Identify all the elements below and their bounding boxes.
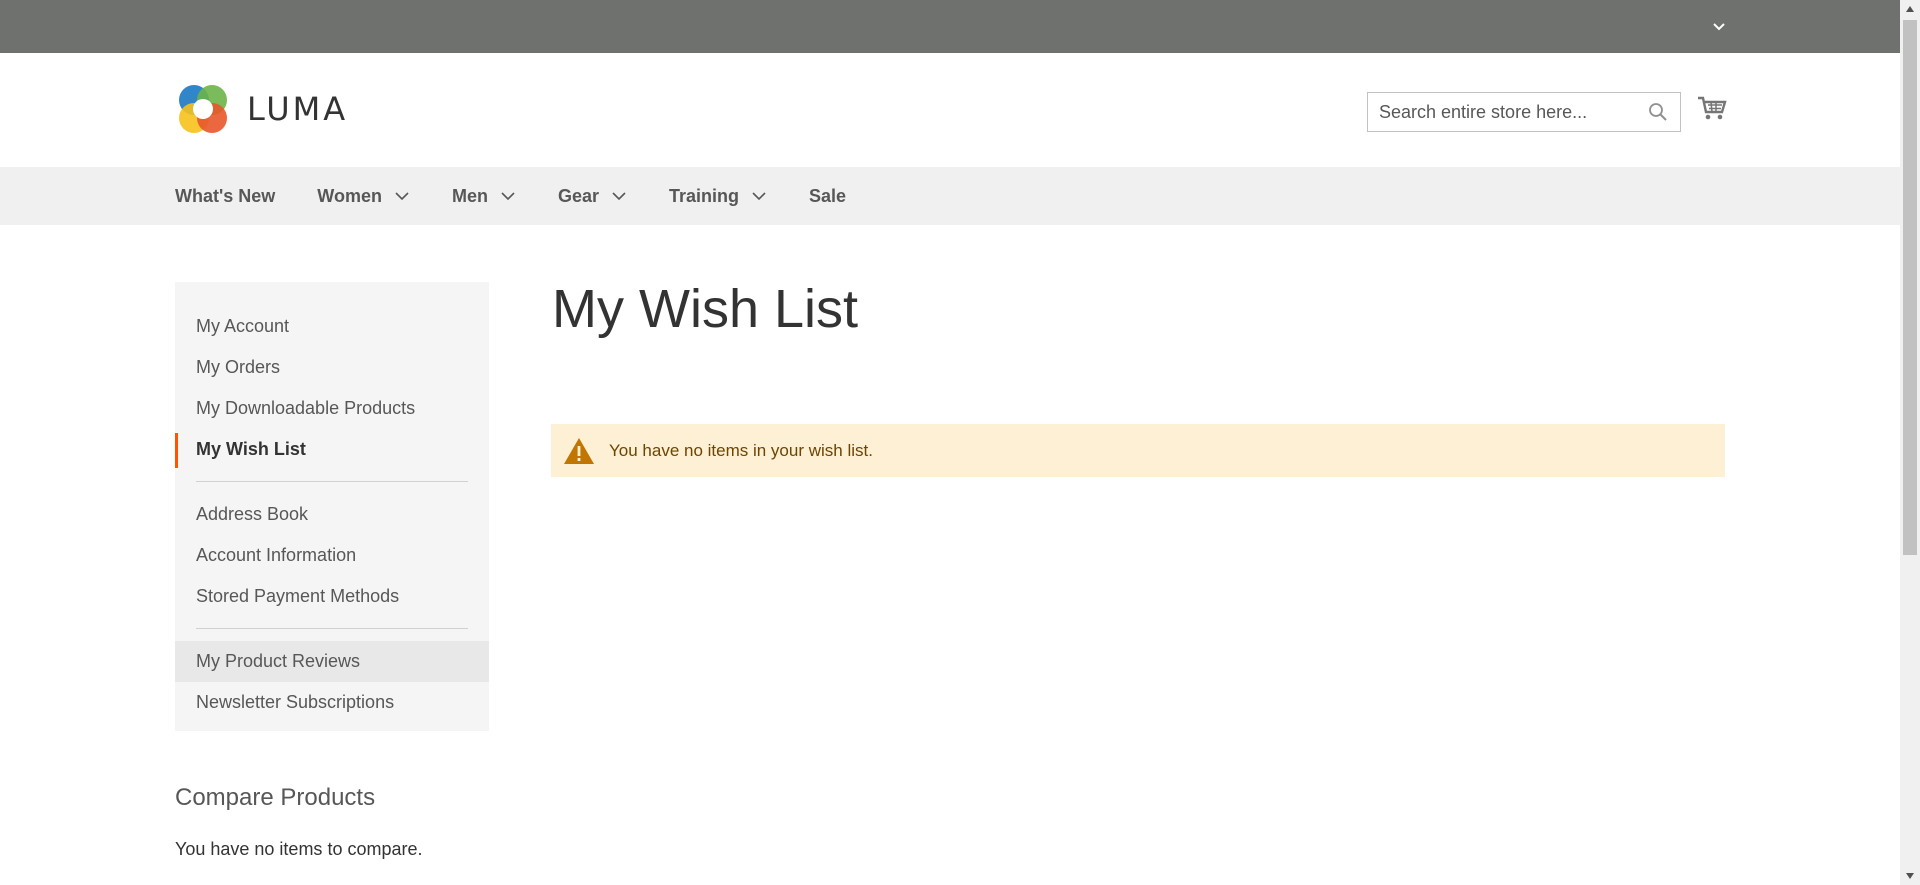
nav-item-men[interactable]: Men xyxy=(452,186,516,207)
search-input[interactable] xyxy=(1368,93,1680,131)
scroll-down-button[interactable] xyxy=(1900,867,1920,885)
sidebar-divider xyxy=(196,481,468,482)
chevron-down-icon xyxy=(395,192,409,201)
sidebar-item-my-orders[interactable]: My Orders xyxy=(175,347,489,388)
nav-item-label: Men xyxy=(451,185,488,206)
logo-text: LUMA xyxy=(247,90,349,128)
chevron-down-icon xyxy=(612,192,626,201)
sidebar-item-my-downloadable-products[interactable]: My Downloadable Products xyxy=(175,388,489,429)
cart-icon[interactable] xyxy=(1697,93,1727,123)
chevron-down-icon xyxy=(501,192,515,201)
main-navigation: What's New Women Men Gear Training Sale xyxy=(0,167,1900,225)
arrow-up-icon xyxy=(1906,6,1914,12)
sidebar-item-address-book[interactable]: Address Book xyxy=(175,494,489,535)
nav-item-training[interactable]: Training xyxy=(669,186,767,207)
nav-item-sale[interactable]: Sale xyxy=(809,186,846,207)
sidebar-divider xyxy=(196,628,468,629)
empty-wishlist-notice: You have no items in your wish list. xyxy=(551,424,1725,477)
scrollbar-thumb[interactable] xyxy=(1903,20,1917,555)
chevron-down-icon xyxy=(752,192,766,201)
nav-item-label: Sale xyxy=(809,185,847,206)
vertical-scrollbar[interactable] xyxy=(1900,0,1920,885)
sidebar-item-my-wish-list: My Wish List xyxy=(175,429,489,470)
nav-item-label: Gear xyxy=(557,185,599,206)
page-title: My Wish List xyxy=(552,279,859,339)
account-sidebar: My Account My Orders My Downloadable Pro… xyxy=(175,282,489,731)
top-bar xyxy=(0,0,1900,53)
search-icon[interactable] xyxy=(1648,102,1668,122)
notice-message: You have no items in your wish list. xyxy=(609,440,873,460)
arrow-down-icon xyxy=(1906,873,1914,879)
logo[interactable]: LUMA xyxy=(175,81,348,137)
sidebar-item-stored-payment-methods[interactable]: Stored Payment Methods xyxy=(175,576,489,617)
chevron-down-icon xyxy=(1713,23,1725,31)
compare-products-title: Compare Products xyxy=(175,784,376,811)
header: LUMA xyxy=(0,53,1900,167)
nav-item-whats-new[interactable]: What's New xyxy=(175,186,275,207)
sidebar-item-newsletter-subscriptions[interactable]: Newsletter Subscriptions xyxy=(175,682,489,723)
scroll-up-button[interactable] xyxy=(1900,0,1920,18)
nav-item-label: Training xyxy=(669,185,740,206)
warning-icon xyxy=(564,437,594,464)
nav-item-label: Women xyxy=(317,185,382,206)
account-dropdown-toggle[interactable] xyxy=(1707,14,1731,38)
sidebar-item-account-information[interactable]: Account Information xyxy=(175,535,489,576)
sidebar-item-my-account[interactable]: My Account xyxy=(175,306,489,347)
nav-item-women[interactable]: Women xyxy=(317,186,410,207)
nav-item-label: What's New xyxy=(175,185,276,206)
luma-logo-icon xyxy=(179,85,227,133)
compare-products-empty-message: You have no items to compare. xyxy=(175,839,423,859)
search-box xyxy=(1367,92,1681,132)
sidebar-item-my-product-reviews[interactable]: My Product Reviews xyxy=(175,641,489,682)
nav-item-gear[interactable]: Gear xyxy=(558,186,627,207)
